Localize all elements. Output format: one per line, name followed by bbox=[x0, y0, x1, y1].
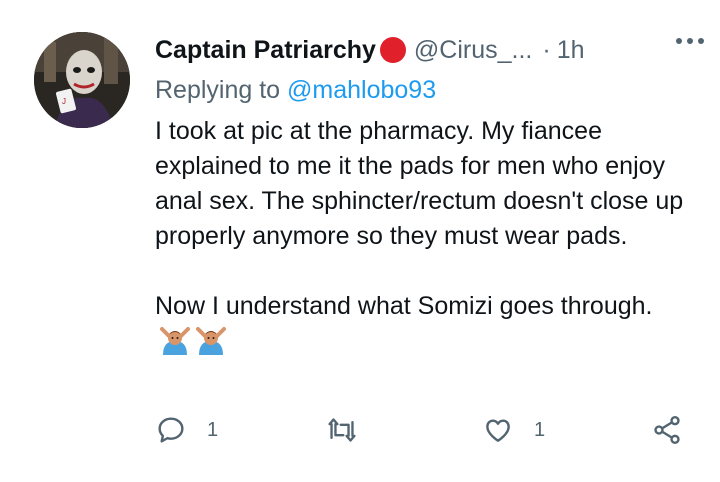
tweet-header: Captain Patriarchy @Cirus_... · 1h bbox=[155, 32, 700, 68]
tweet-paragraph-2-text: Now I understand what Somizi goes throug… bbox=[155, 292, 653, 320]
retweet-icon bbox=[328, 418, 356, 442]
author-name[interactable]: Captain Patriarchy bbox=[155, 36, 376, 65]
person-gesturing-no-icon bbox=[195, 325, 227, 365]
svg-text:J: J bbox=[62, 97, 66, 106]
reply-button[interactable]: 1 bbox=[155, 410, 218, 450]
timestamp[interactable]: 1h bbox=[557, 36, 585, 65]
reply-icon bbox=[158, 417, 184, 443]
tweet-paragraph-1: I took at pic at the pharmacy. My fiance… bbox=[155, 117, 684, 250]
share-button[interactable] bbox=[651, 410, 683, 450]
like-button[interactable]: 1 bbox=[482, 410, 545, 450]
more-options-icon[interactable] bbox=[676, 38, 704, 44]
tweet-paragraph-2: Now I understand what Somizi goes throug… bbox=[155, 289, 695, 365]
tweet-actions: 1 1 bbox=[155, 410, 695, 450]
retweet-button[interactable] bbox=[325, 410, 379, 450]
author-handle[interactable]: @Cirus_... bbox=[414, 36, 532, 65]
separator: · bbox=[542, 35, 551, 64]
like-count: 1 bbox=[534, 418, 546, 441]
reply-count: 1 bbox=[207, 418, 219, 441]
tweet-card[interactable]: J Captain Patriarchy @Cirus_... · 1h Rep… bbox=[0, 0, 720, 482]
status-dot-icon bbox=[379, 37, 406, 63]
tweet-text: I took at pic at the pharmacy. My fiance… bbox=[155, 114, 695, 365]
heart-icon bbox=[486, 419, 510, 442]
person-gesturing-no-icon bbox=[159, 325, 191, 365]
replying-prefix: Replying to bbox=[155, 76, 281, 104]
share-icon bbox=[654, 416, 680, 444]
replying-handle-link[interactable]: @mahlobo93 bbox=[287, 76, 436, 104]
replying-to: Replying to @mahlobo93 bbox=[155, 76, 436, 105]
avatar[interactable]: J bbox=[34, 32, 130, 128]
